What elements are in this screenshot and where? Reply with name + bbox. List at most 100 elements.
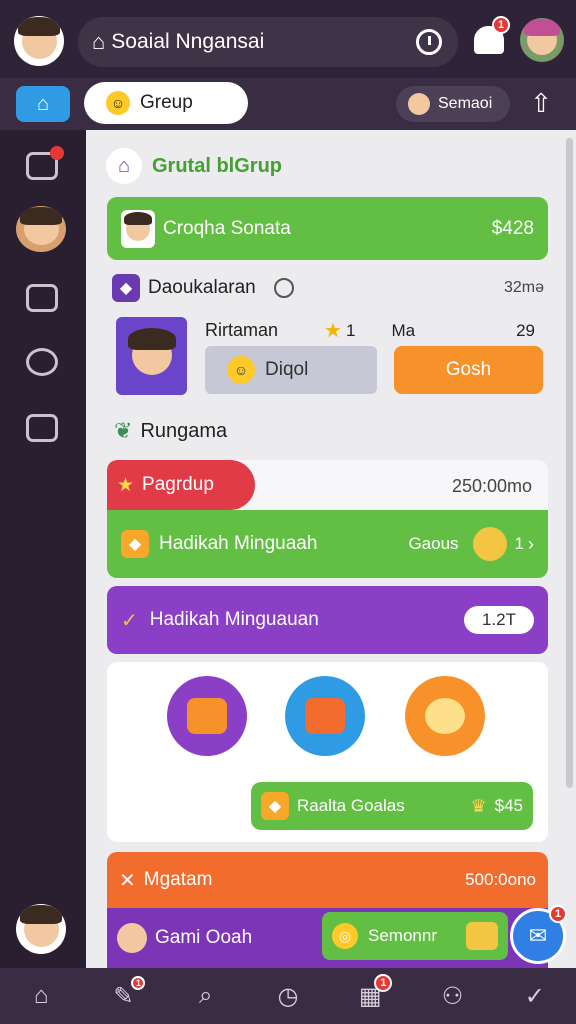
nav-home-icon[interactable]: ⌂ <box>25 980 57 1012</box>
sidebar-ghost-icon[interactable] <box>26 348 58 376</box>
player-score: 1 <box>345 320 356 340</box>
game-tag-icon: ◆ <box>112 274 140 302</box>
basket-icon[interactable] <box>285 676 365 756</box>
green-bar-right: Gaous <box>408 534 459 553</box>
nav-profile-icon[interactable]: ⚇ <box>437 980 469 1012</box>
nav-grid-icon[interactable]: ▦ 1 <box>354 974 393 1012</box>
green-bar[interactable]: ◆ Hadikah Minguaah Gaous 1 › <box>107 510 548 578</box>
group-tab[interactable]: ☺ Grеup <box>84 82 248 124</box>
purple-card-button-label: Semonnr <box>368 926 437 945</box>
nav-pen-icon[interactable]: ✎ 1 <box>107 976 146 1012</box>
secondary-button[interactable]: ☺ Diqol <box>205 346 377 394</box>
chat-bubble-icon[interactable] <box>273 278 294 298</box>
nav-badge-2: 1 <box>374 974 393 992</box>
green-bar-count: 1 <box>514 534 524 553</box>
smiley-icon: ☺ <box>227 356 255 384</box>
orange-card-time: 500:0ono <box>465 870 536 889</box>
chip-avatar <box>408 93 430 115</box>
bottom-nav: ⌂ ✎ 1 ⌕ ◷ ▦ 1 ⚇ ✓ <box>0 968 576 1024</box>
star-icon: ★ <box>324 320 342 342</box>
avatar-face <box>18 17 60 59</box>
smiley-icon: ☺ <box>106 91 130 115</box>
group-header: ⌂ Grutal blGrup <box>106 148 282 184</box>
icons-card: ◆ Raalta Goalas ♛ $45 <box>107 662 548 842</box>
home-button[interactable]: ⌂ <box>16 86 70 122</box>
sidebar-game-icon[interactable] <box>26 284 58 312</box>
user-avatar[interactable] <box>14 16 64 66</box>
player-name: Rirtaman <box>205 320 279 340</box>
gift-icon: ◆ <box>261 792 289 820</box>
section-time: 32mə <box>503 279 544 296</box>
group-pill-label: Pagrdup <box>142 474 214 495</box>
gift-icon: ◆ <box>121 530 149 558</box>
purple-bar[interactable]: ✓ Hadikah Minguauan 1.2T <box>107 586 548 654</box>
camera-icon[interactable] <box>167 676 247 756</box>
orange-card[interactable]: ✕ Mgatam 500:0ono <box>107 852 548 908</box>
purple-card-avatar <box>117 923 147 953</box>
check-icon: ✓ <box>121 609 138 632</box>
group-pill[interactable]: ★ Pagrdup <box>107 460 255 510</box>
rungama-title: Rungama <box>140 419 228 442</box>
sidebar-store-icon[interactable] <box>26 414 58 442</box>
profile-chip-label: Semaoi <box>438 95 493 112</box>
group-tab-label: Grеup <box>140 92 193 113</box>
coin-icon: ◎ <box>332 923 358 949</box>
reward-label: Raalta Goalas <box>297 796 405 815</box>
balance-label: Croqha Sonata <box>163 217 291 239</box>
rungama-header: ❦ Rungama <box>114 418 227 444</box>
group-house-icon: ⌂ <box>106 148 142 184</box>
chat-fab[interactable]: ✉ 1 <box>510 905 567 964</box>
sidebar-bottom-avatar[interactable] <box>16 904 66 954</box>
nav-badge: 1 <box>131 976 146 990</box>
nav-check-icon[interactable]: ✓ <box>519 980 551 1012</box>
reward-value: $45 <box>494 796 523 815</box>
player-col3: Ma <box>391 320 416 340</box>
clock-icon[interactable] <box>416 29 442 55</box>
treasure-icon <box>466 922 498 950</box>
purple-bar-label: Hadikah Minguauan <box>149 609 319 630</box>
sidebar-badge <box>50 146 64 160</box>
section-header: ◆ Daoukalaran 32mə <box>112 274 544 302</box>
star-icon: ★ <box>117 474 135 496</box>
section-title: Daoukalaran <box>148 277 256 298</box>
notification-badge: 1 <box>492 16 510 34</box>
emoji-icon[interactable] <box>405 676 485 756</box>
trophy-icon: ♛ <box>470 795 487 816</box>
chat-badge: 1 <box>549 905 567 923</box>
home-icon: ⌂ <box>36 92 50 115</box>
sidebar-group-avatar[interactable] <box>16 206 66 252</box>
home-icon: ⌂ <box>92 29 106 54</box>
ghost-icon[interactable]: 1 <box>474 16 510 54</box>
title-pill[interactable]: ⌂ Soaial Nngansai <box>78 17 458 67</box>
balance-value: $428 <box>491 217 534 239</box>
player-thumbnail[interactable] <box>116 317 187 395</box>
player-col4: 29 <box>516 320 535 340</box>
profile-chip[interactable]: Semaoi <box>396 86 510 122</box>
nav-clock-icon[interactable]: ◷ <box>272 980 304 1012</box>
sidebar <box>0 130 86 968</box>
player-row: Rirtaman ★ 1 Ma 29 <box>205 318 535 343</box>
bottom-avatar-face <box>20 905 62 947</box>
share-icon[interactable]: ⇧ <box>524 86 558 120</box>
pill-time: 250:00mo <box>451 476 532 496</box>
green-bar-label: Hadikah Minguaah <box>159 533 318 554</box>
orange-card-label: Mgatam <box>143 869 213 890</box>
nav-search-icon[interactable]: ⌕ <box>190 980 222 1012</box>
chat-icon: ✉ <box>528 923 548 948</box>
leaf-icon: ❦ <box>114 418 133 443</box>
group-avatar-face <box>20 207 62 246</box>
primary-button-label: Gosh <box>445 359 492 380</box>
balance-card[interactable]: Croqha Sonata $428 <box>107 197 548 260</box>
purple-bar-value: 1.2T <box>463 606 534 634</box>
purple-card-button[interactable]: ◎ Semonnr <box>322 912 508 960</box>
reward-button[interactable]: ◆ Raalta Goalas ♛ $45 <box>251 782 533 830</box>
primary-button[interactable]: Gosh <box>394 346 543 394</box>
scrollbar[interactable] <box>566 138 573 788</box>
profile-avatar[interactable] <box>520 18 564 62</box>
coin-icon <box>472 527 507 561</box>
rungama-card: ★ Pagrdup 250:00mo ◆ Hadikah Minguaah Ga… <box>107 460 548 578</box>
group-title: Grutal blGrup <box>152 154 282 177</box>
profile-avatar-face <box>523 19 561 56</box>
purple-card-label: Gami Ooah <box>155 927 253 948</box>
controller-icon: ✕ <box>119 869 136 892</box>
